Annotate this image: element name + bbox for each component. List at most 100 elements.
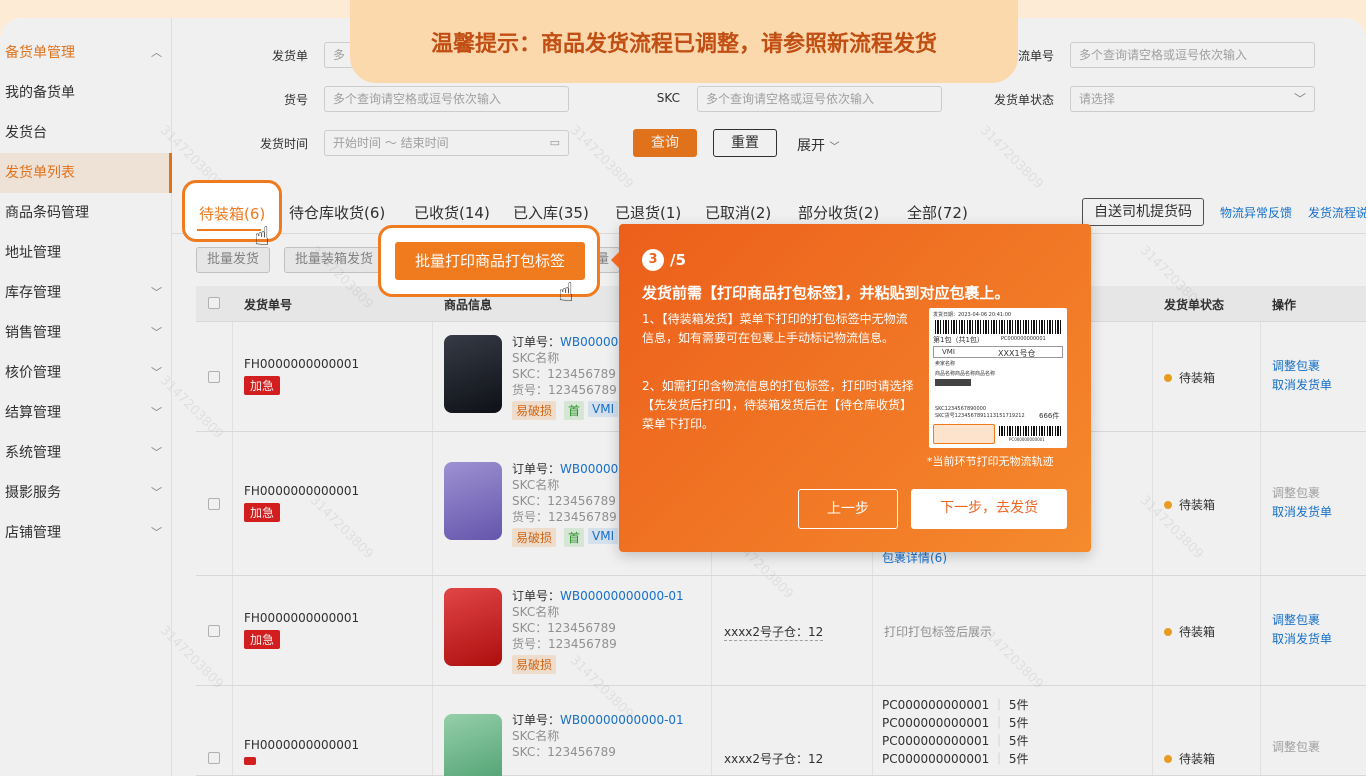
- sidebar-item-shipping-desk[interactable]: 发货台: [0, 113, 172, 153]
- tab-awaiting-receipt[interactable]: 待仓库收货(6): [289, 202, 385, 223]
- first-tag: 首: [564, 401, 585, 420]
- time-range-input[interactable]: 开始时间 ～ 结束时间 ▭: [324, 130, 569, 156]
- sidebar-group-store[interactable]: 店铺管理 ﹀: [0, 513, 172, 553]
- status-badge: 待装箱: [1164, 750, 1215, 767]
- status-badge: 待装箱: [1164, 623, 1215, 640]
- package-code-list: PC000000000001 ｜ 5件 PC000000000001 ｜ 5件 …: [882, 698, 1029, 766]
- package-code: PC000000000001: [882, 716, 990, 730]
- receipt-date: 发货日期：2023-04-06 20:41:00: [933, 312, 1012, 318]
- popover-arrow: [611, 252, 619, 268]
- product-thumbnail: [444, 588, 502, 666]
- expand-toggle[interactable]: 展开 ﹀: [797, 135, 839, 155]
- receipt-product: 商品名称商品名称商品名称: [935, 371, 996, 377]
- sidebar-group-label: 核价管理: [5, 365, 61, 381]
- product-info: 订单号：WB000000 SKC名称 SKC：123456789 货号：1234…: [512, 334, 626, 398]
- skc-code: SKC：123456789: [512, 621, 616, 635]
- next-step-button[interactable]: 下一步，去发货: [911, 489, 1067, 529]
- product-info: 订单号：WB00000000000-01 SKC名称 SKC：123456789: [512, 712, 684, 760]
- receipt-warehouse: XXX1号仓: [998, 349, 1036, 358]
- col-status: 发货单状态: [1164, 298, 1225, 312]
- skc-name: SKC名称: [512, 729, 560, 743]
- urgent-badge: 加急: [244, 503, 281, 522]
- adjust-package-link[interactable]: 调整包裹: [1272, 484, 1332, 503]
- order-link[interactable]: WB000000: [560, 335, 626, 349]
- sidebar-group-label: 结算管理: [5, 405, 61, 421]
- sidebar-group-shipment[interactable]: 备货单管理 ︿: [0, 33, 172, 73]
- col-actions: 操作: [1272, 298, 1297, 312]
- row-actions: 调整包裹 取消发货单: [1272, 357, 1332, 395]
- sidebar-group-pricing[interactable]: 核价管理 ﹀: [0, 353, 172, 393]
- order-link[interactable]: WB00000000000-01: [560, 713, 684, 727]
- skc-name: SKC名称: [512, 605, 560, 619]
- status-dot: [1164, 374, 1172, 382]
- tab-returned[interactable]: 已退货(1): [615, 202, 681, 223]
- shipping-guide-link[interactable]: 发货流程说: [1308, 204, 1366, 221]
- sidebar-group-label: 库存管理: [5, 285, 61, 301]
- skc-label: SKC: [656, 91, 680, 105]
- status-dot: [1164, 501, 1172, 509]
- cancel-delivery-link[interactable]: 取消发货单: [1272, 630, 1332, 649]
- row-checkbox[interactable]: [208, 625, 220, 637]
- logistics-no-input[interactable]: 多个查询请空格或逗号依次输入: [1070, 42, 1315, 68]
- previous-step-button[interactable]: 上一步: [798, 489, 898, 529]
- first-tag: 首: [564, 528, 585, 547]
- status-text: 待装箱: [1179, 498, 1216, 512]
- popover-title: 发货前需【打印商品打包标签】，并粘贴到对应包裹上。: [642, 284, 1010, 302]
- tab-stocked[interactable]: 已入库(35): [513, 202, 589, 223]
- tab-all[interactable]: 全部(72): [907, 202, 968, 223]
- product-thumbnail: [444, 714, 502, 776]
- product-info: 订单号：WB000000 SKC名称 SKC：123456789 货号：1234…: [512, 461, 626, 525]
- package-qty: 5件: [1008, 716, 1029, 730]
- label-preview-image: 发货日期：2023-04-06 20:41:00 第1包（共1包） PC0000…: [929, 308, 1067, 448]
- status-text: 待装箱: [1179, 371, 1216, 385]
- spotlight-tab-label[interactable]: 待装箱(6): [199, 203, 265, 224]
- reset-button[interactable]: 重置: [713, 129, 777, 157]
- sidebar-group-inventory[interactable]: 库存管理 ﹀: [0, 273, 172, 313]
- order-link[interactable]: WB000000: [560, 462, 626, 476]
- sidebar-item-address[interactable]: 地址管理: [0, 233, 172, 273]
- row-checkbox[interactable]: [208, 371, 220, 383]
- row-checkbox[interactable]: [208, 752, 220, 764]
- sidebar-group-settlement[interactable]: 结算管理 ﹀: [0, 393, 172, 433]
- receipt-vmi-row: VMI XXX1号仓: [933, 346, 1063, 358]
- row-checkbox[interactable]: [208, 498, 220, 510]
- adjust-package-link[interactable]: 调整包裹: [1272, 738, 1320, 757]
- skc-code: SKC：123456789: [512, 494, 616, 508]
- status-select-placeholder: 请选择: [1079, 92, 1116, 106]
- sidebar-item-my-stock[interactable]: 我的备货单: [0, 73, 172, 113]
- status-select[interactable]: 请选择 ﹀: [1070, 86, 1315, 112]
- tab-received[interactable]: 已收货(14): [414, 202, 490, 223]
- skc-input[interactable]: 多个查询请空格或逗号依次输入: [697, 86, 942, 112]
- batch-print-label-button[interactable]: 批量打印商品打包标签: [395, 242, 585, 280]
- driver-pickup-code-button[interactable]: 自送司机提货码: [1082, 198, 1204, 226]
- cancel-delivery-link[interactable]: 取消发货单: [1272, 376, 1332, 395]
- sidebar-group-photo[interactable]: 摄影服务 ﹀: [0, 473, 172, 513]
- hand-cursor-icon: ☝: [558, 278, 574, 308]
- receipt-tags: [935, 379, 971, 386]
- sidebar-item-barcode[interactable]: 商品条码管理: [0, 193, 172, 233]
- order-link[interactable]: WB00000000000-01: [560, 589, 684, 603]
- barcode: [935, 320, 1061, 334]
- sidebar-group-system[interactable]: 系统管理 ﹀: [0, 433, 172, 473]
- warehouse-qty: xxxx2号子仓：12: [724, 752, 824, 766]
- adjust-package-link[interactable]: 调整包裹: [1272, 357, 1332, 376]
- delivery-no: FH0000000000001: [244, 484, 360, 498]
- adjust-package-link[interactable]: 调整包裹: [1272, 611, 1332, 630]
- batch-pack-ship-button[interactable]: 批量装箱发货: [284, 247, 385, 273]
- sku-input[interactable]: 多个查询请空格或逗号依次输入: [324, 86, 569, 112]
- sidebar-group-sales[interactable]: 销售管理 ﹀: [0, 313, 172, 353]
- cancel-delivery-link[interactable]: 取消发货单: [1272, 503, 1332, 522]
- sidebar-group-label: 系统管理: [5, 445, 61, 461]
- sidebar-item-shipment-list[interactable]: 发货单列表: [0, 153, 172, 193]
- logistics-feedback-link[interactable]: 物流异常反馈: [1220, 204, 1292, 221]
- search-button[interactable]: 查询: [633, 129, 697, 157]
- package-qty: 5件: [1008, 734, 1029, 748]
- tab-partial[interactable]: 部分收货(2): [798, 202, 879, 223]
- tab-cancelled[interactable]: 已取消(2): [705, 202, 771, 223]
- chevron-down-icon: ﹀: [151, 446, 162, 459]
- status-dot: [1164, 628, 1172, 636]
- status-dot: [1164, 755, 1172, 763]
- fragile-tag: 易破损: [512, 528, 557, 547]
- notice-banner: 温馨提示：商品发货流程已调整，请参照新流程发货: [350, 0, 1018, 83]
- select-all-checkbox[interactable]: [208, 297, 220, 309]
